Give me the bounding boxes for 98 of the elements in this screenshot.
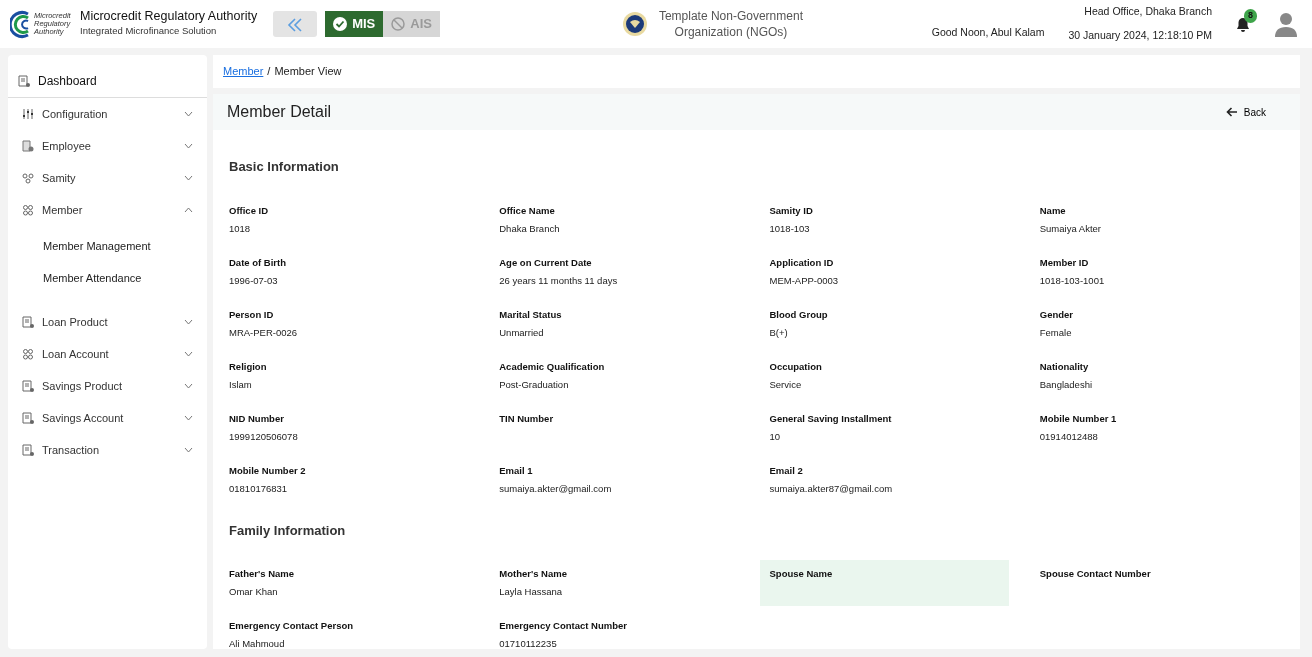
field-label: Father's Name bbox=[229, 567, 296, 581]
field-value: 10 bbox=[769, 429, 782, 444]
field-value: MEM-APP-0003 bbox=[769, 273, 840, 288]
field-value: 01710112235 bbox=[499, 637, 558, 649]
field-value: Sumaiya Akter bbox=[1039, 221, 1102, 236]
field-value: 26 years 11 months 11 days bbox=[499, 273, 619, 288]
blocked-icon bbox=[391, 17, 406, 31]
breadcrumb-link[interactable]: Member bbox=[223, 63, 264, 80]
breadcrumb-separator: / bbox=[267, 64, 271, 80]
field-label: General Saving Installment bbox=[769, 411, 893, 426]
back-button[interactable]: Back bbox=[1225, 104, 1286, 120]
field-value: Unmarried bbox=[499, 325, 545, 340]
field-label: Name bbox=[1039, 203, 1067, 218]
user-avatar-icon bbox=[1274, 11, 1298, 37]
field-label: TIN Number bbox=[499, 411, 555, 426]
document-icon bbox=[22, 412, 34, 424]
sliders-icon bbox=[22, 108, 34, 120]
field-label: Blood Group bbox=[769, 307, 829, 322]
field-label: Emergency Contact Person bbox=[229, 619, 355, 633]
arrow-left-icon bbox=[1225, 107, 1238, 117]
office-name: Head Office, Dhaka Branch bbox=[1083, 4, 1212, 20]
field-value: Post-Graduation bbox=[499, 377, 570, 392]
ngo-name: Template Non-Government Organization (NGOs) bbox=[657, 7, 804, 41]
people-icon bbox=[22, 204, 34, 216]
collapse-sidebar-button[interactable] bbox=[273, 11, 318, 37]
document-icon bbox=[22, 380, 34, 392]
field-label: Member ID bbox=[1039, 255, 1090, 270]
field-label: Spouse Name bbox=[769, 567, 834, 581]
field-label: Mother's Name bbox=[499, 567, 568, 581]
field-label: Office ID bbox=[229, 203, 270, 218]
field-label: NID Number bbox=[229, 411, 285, 426]
double-chevron-left-icon bbox=[287, 17, 304, 32]
field-value: Bangladeshi bbox=[1039, 377, 1094, 392]
field-value: Dhaka Branch bbox=[499, 221, 561, 236]
breadcrumb-current: Member View bbox=[274, 64, 342, 80]
field-value: sumaiya.akter@gmail.com bbox=[499, 481, 613, 496]
page-title: Member Detail bbox=[227, 102, 332, 122]
section-title: Basic Information bbox=[228, 158, 340, 176]
field-value: 1018 bbox=[229, 221, 252, 236]
field-label: Person ID bbox=[229, 307, 275, 322]
field-label: Marital Status bbox=[499, 307, 563, 322]
field-value: Service bbox=[769, 377, 803, 392]
field-value: Omar Khan bbox=[229, 585, 279, 600]
sidebar-item[interactable]: Savings Product bbox=[8, 370, 207, 402]
field-label: Mobile Number 2 bbox=[229, 463, 307, 478]
field-label: Spouse Contact Number bbox=[1039, 567, 1152, 581]
sidebar-item[interactable]: Savings Account bbox=[8, 402, 207, 434]
field-value: 1999120506078 bbox=[229, 429, 299, 444]
field-label: Occupation bbox=[769, 359, 823, 374]
field-label: Office Name bbox=[499, 203, 556, 218]
people-icon bbox=[22, 348, 34, 360]
group-icon bbox=[22, 172, 34, 184]
sidebar-subitem[interactable]: Member Management bbox=[8, 230, 207, 262]
field-value: 1996-07-03 bbox=[229, 273, 279, 288]
module-tab[interactable]: MIS bbox=[325, 11, 384, 37]
field-value: Female bbox=[1039, 325, 1073, 340]
sidebar-item[interactable]: Transaction bbox=[8, 434, 207, 466]
field-label: Email 2 bbox=[769, 463, 804, 478]
field-label: Nationality bbox=[1039, 359, 1090, 374]
document-icon bbox=[22, 316, 34, 328]
sidebar-subitem[interactable]: Member Attendance bbox=[8, 262, 207, 294]
greeting: Good Noon, Abul Kalam bbox=[931, 25, 1045, 41]
org-subtitle: Integrated Microfinance Solution bbox=[80, 24, 218, 39]
sidebar-item[interactable]: Samity bbox=[8, 162, 207, 194]
field-label: Samity ID bbox=[769, 203, 814, 218]
section-title: Family Information bbox=[228, 521, 347, 540]
field-value: MRA-PER-0026 bbox=[229, 325, 299, 340]
sidebar-item[interactable]: Member bbox=[8, 194, 207, 226]
org-name: Microcredit Regulatory Authority bbox=[80, 9, 258, 25]
field-label: Date of Birth bbox=[229, 255, 287, 270]
field-value: Ali Mahmoud bbox=[229, 637, 286, 649]
field-value: 1018-103 bbox=[769, 221, 811, 236]
field-label: Academic Qualification bbox=[499, 359, 606, 374]
sidebar-item[interactable]: Configuration bbox=[8, 98, 207, 130]
sidebar-item[interactable]: Loan Product bbox=[8, 306, 207, 338]
field-label: Email 1 bbox=[499, 463, 534, 478]
field-value: 01810176831 bbox=[229, 481, 289, 496]
field-value: B(+) bbox=[769, 325, 789, 340]
field-label: Emergency Contact Number bbox=[499, 619, 628, 633]
field-label: Religion bbox=[229, 359, 268, 374]
field-value: sumaiya.akter87@gmail.com bbox=[769, 481, 894, 496]
field-value: Layla Hassana bbox=[499, 585, 564, 600]
field-value: 01914012488 bbox=[1039, 429, 1099, 444]
bell-icon bbox=[1236, 17, 1250, 33]
field-value: Islam bbox=[229, 377, 253, 392]
document-icon bbox=[22, 444, 34, 456]
document-icon bbox=[18, 75, 30, 87]
field-label: Gender bbox=[1039, 307, 1074, 322]
field-label: Age on Current Date bbox=[499, 255, 593, 270]
notification-count: 8 bbox=[1244, 9, 1257, 23]
sidebar-item[interactable]: Employee bbox=[8, 130, 207, 162]
field-value: 1018-103-1001 bbox=[1039, 273, 1106, 288]
emblem-icon bbox=[621, 11, 648, 37]
field-label: Application ID bbox=[769, 255, 835, 270]
check-circle-icon bbox=[333, 17, 348, 31]
date-time: 30 January 2024, 12:18:10 PM bbox=[1068, 28, 1212, 43]
field-label: Mobile Number 1 bbox=[1039, 411, 1118, 426]
sidebar-item[interactable]: Loan Account bbox=[8, 338, 207, 370]
